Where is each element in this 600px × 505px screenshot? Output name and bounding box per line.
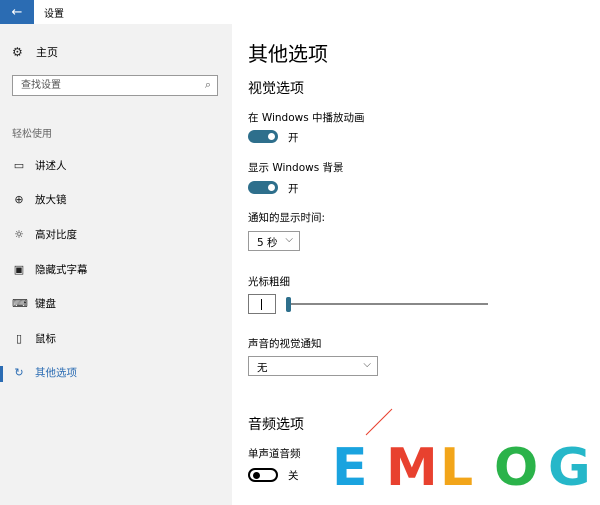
watermark-letter: G — [548, 438, 591, 498]
watermark-letter: E — [332, 438, 368, 498]
keyboard-icon: ⌨ — [12, 297, 28, 311]
background-label: 显示 Windows 背景 — [248, 162, 344, 174]
mouse-icon: ▯ — [15, 331, 23, 345]
active-indicator — [0, 365, 3, 382]
search-box[interactable]: ⌕ — [12, 75, 218, 96]
search-icon[interactable]: ⌕ — [205, 78, 211, 92]
toggle-knob — [253, 472, 260, 479]
sidebar-item-other-options[interactable]: ↻ 其他选项 — [0, 356, 232, 391]
background-toggle[interactable] — [248, 181, 278, 194]
sidebar: ⚙ 主页 ⌕ 轻松使用 ▭ 讲述人 ⊕ 放大镜 ☼ 高对比度 ▣ 隐藏式字幕 ⌨… — [0, 24, 232, 505]
animations-toggle[interactable] — [248, 130, 278, 143]
sidebar-item-keyboard[interactable]: ⌨ 键盘 — [0, 286, 232, 321]
cursor-slider-track[interactable] — [288, 303, 488, 305]
sidebar-item-label: 放大镜 — [35, 194, 67, 207]
other-options-icon: ↻ — [14, 366, 24, 380]
cursor-thickness-label: 光标粗细 — [248, 276, 290, 288]
mono-audio-toggle[interactable] — [248, 468, 278, 482]
cursor-preview-caret — [261, 299, 262, 310]
gear-icon: ⚙ — [12, 45, 23, 59]
sidebar-item-mouse[interactable]: ▯ 鼠标 — [0, 321, 232, 356]
sidebar-item-label: 键盘 — [35, 298, 56, 311]
emlog-watermark: EMLOG — [308, 408, 600, 505]
sidebar-item-closed-captions[interactable]: ▣ 隐藏式字幕 — [0, 252, 232, 287]
chevron-down-icon: ⌵ — [363, 359, 371, 370]
toggle-knob — [268, 133, 275, 140]
search-input[interactable] — [19, 79, 193, 92]
animations-state: 开 — [288, 132, 299, 144]
watermark-letter: M — [386, 438, 438, 498]
sidebar-nav: ▭ 讲述人 ⊕ 放大镜 ☼ 高对比度 ▣ 隐藏式字幕 ⌨ 键盘 ▯ 鼠标 ↻ 其… — [0, 148, 232, 390]
notify-time-select[interactable]: 5 秒 ⌵ — [248, 231, 300, 251]
magnifier-icon: ⊕ — [14, 193, 24, 207]
sidebar-item-home[interactable]: ⚙ 主页 — [12, 44, 58, 60]
sidebar-item-label: 隐藏式字幕 — [35, 263, 88, 276]
sidebar-item-narrator[interactable]: ▭ 讲述人 — [0, 148, 232, 183]
background-state: 开 — [288, 183, 299, 195]
cursor-preview-box — [248, 294, 276, 314]
visual-notify-value: 无 — [257, 362, 268, 374]
cursor-slider-thumb[interactable] — [286, 297, 291, 312]
sidebar-section-heading: 轻松使用 — [12, 129, 52, 140]
sidebar-item-label: 主页 — [36, 46, 58, 59]
back-button[interactable]: ← — [0, 0, 34, 24]
mono-audio-state: 关 — [288, 470, 299, 482]
sidebar-item-label: 其他选项 — [35, 367, 77, 380]
visual-notify-label: 声音的视觉通知 — [248, 338, 322, 350]
high-contrast-icon: ☼ — [14, 227, 24, 241]
closed-captions-icon: ▣ — [13, 262, 25, 276]
title-bar: ← 设置 — [0, 0, 600, 24]
sidebar-item-label: 鼠标 — [35, 332, 56, 345]
visual-notify-select[interactable]: 无 ⌵ — [248, 356, 378, 376]
audio-options-heading: 音频选项 — [248, 417, 304, 433]
notify-time-value: 5 秒 — [257, 237, 278, 249]
toggle-knob — [268, 184, 275, 191]
mono-audio-label: 单声道音频 — [248, 448, 301, 460]
watermark-letter: L — [440, 438, 473, 498]
app-title: 设置 — [44, 9, 64, 20]
chevron-down-icon: ⌵ — [285, 234, 293, 245]
sidebar-item-magnifier[interactable]: ⊕ 放大镜 — [0, 183, 232, 218]
arrow-left-icon: ← — [11, 4, 23, 20]
sidebar-item-label: 讲述人 — [35, 159, 67, 172]
page-title: 其他选项 — [248, 42, 328, 66]
animations-label: 在 Windows 中播放动画 — [248, 112, 365, 124]
sidebar-item-label: 高对比度 — [35, 228, 77, 241]
sidebar-item-high-contrast[interactable]: ☼ 高对比度 — [0, 217, 232, 252]
narrator-icon: ▭ — [13, 158, 25, 172]
visual-options-heading: 视觉选项 — [248, 81, 304, 97]
watermark-letter: O — [494, 438, 538, 498]
notify-time-label: 通知的显示时间: — [248, 212, 326, 224]
